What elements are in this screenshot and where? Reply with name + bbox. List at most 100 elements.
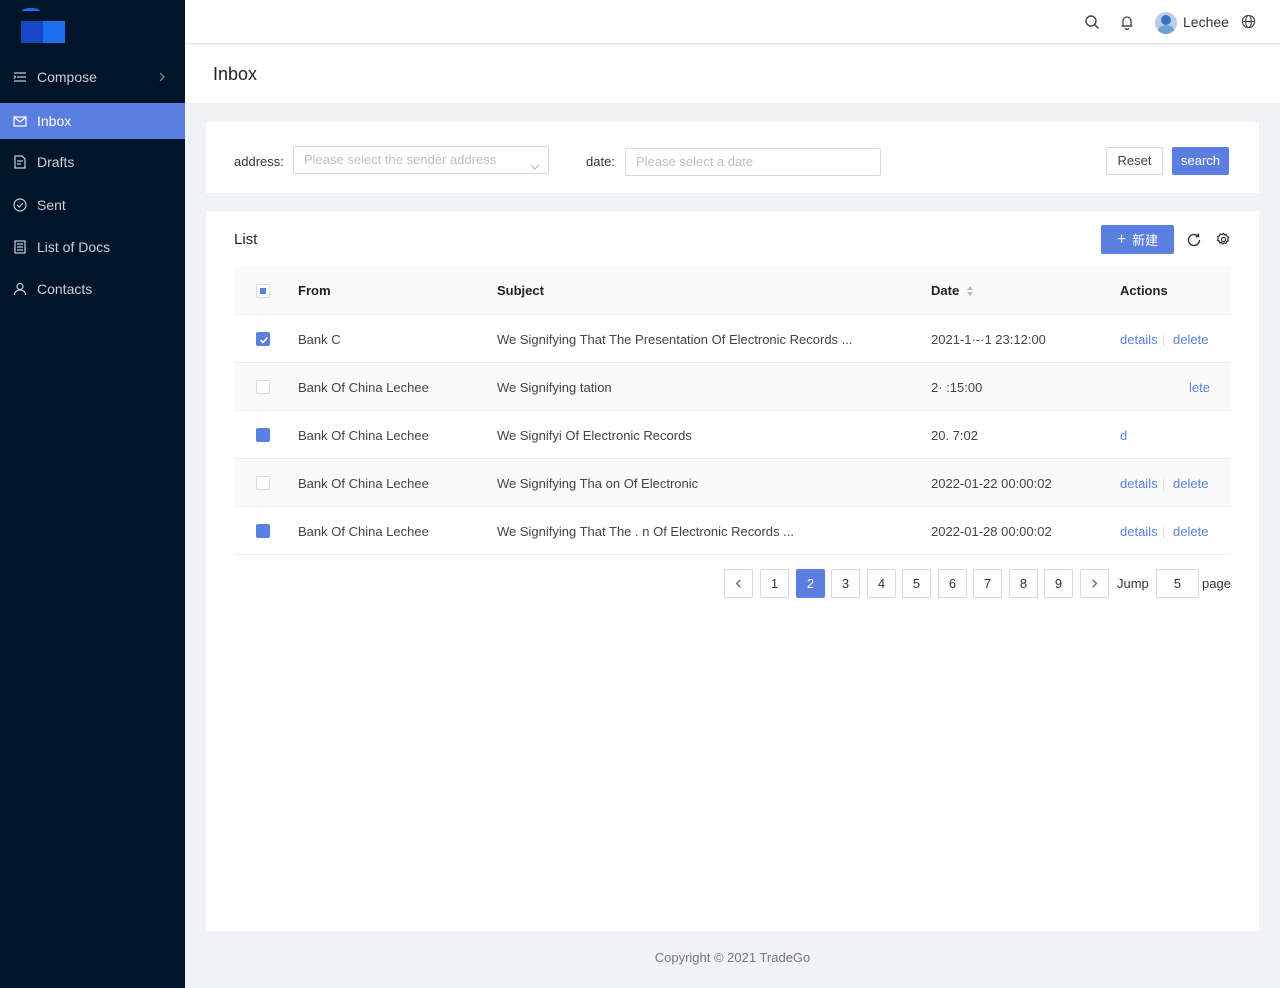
refresh-icon[interactable]: [1186, 232, 1202, 248]
sidebar-item-list-of-docs[interactable]: List of Docs: [0, 229, 185, 265]
sidebar-item-label: Contacts: [37, 281, 93, 297]
column-actions: Actions: [1120, 283, 1168, 298]
details-link[interactable]: details: [1120, 476, 1158, 491]
cell-subject: We Signifying tation: [497, 380, 612, 395]
list-panel: List + 新建 From Subject Date Actions Bank…: [206, 211, 1259, 931]
page-2-button[interactable]: 2: [796, 569, 825, 598]
user-icon: [13, 282, 27, 296]
new-button-label: 新建: [1132, 233, 1159, 248]
column-date[interactable]: Date: [931, 283, 959, 298]
action-divider: [1163, 527, 1164, 539]
sidebar-item-sent[interactable]: Sent: [0, 187, 185, 223]
cell-date: 2021-1·-·1 23:12:00: [931, 332, 1046, 347]
page-6-button[interactable]: 6: [938, 569, 967, 598]
cell-subject: We Signifying That The . n Of Electronic…: [497, 524, 794, 539]
select-all-checkbox[interactable]: [256, 284, 270, 298]
drafts-icon: [13, 155, 27, 169]
table-row[interactable]: Bank Of China Lechee We Signifying That …: [234, 507, 1231, 555]
address-select[interactable]: Please select the sender address: [293, 146, 549, 174]
cell-from: Bank Of China Lechee: [298, 428, 429, 443]
sidebar-item-label: Compose: [37, 69, 97, 85]
page-header: Inbox: [185, 45, 1280, 103]
table-header: From Subject Date Actions: [234, 267, 1231, 315]
reset-button[interactable]: Reset: [1106, 147, 1163, 175]
column-subject: Subject: [497, 283, 544, 298]
cell-from: Bank C: [298, 332, 341, 347]
search-icon[interactable]: [1084, 14, 1100, 30]
next-page-button[interactable]: [1080, 569, 1109, 598]
sidebar-item-label: Inbox: [37, 113, 72, 129]
page-5-button[interactable]: 5: [902, 569, 931, 598]
date-placeholder: Please select a date: [636, 154, 754, 169]
sidebar-item-contacts[interactable]: Contacts: [0, 271, 185, 307]
cell-date: 2022-01-22 00:00:02: [931, 476, 1052, 491]
sidebar-item-label: List of Docs: [37, 239, 111, 255]
search-panel: address: Please select the sender addres…: [206, 122, 1259, 193]
date-picker[interactable]: Please select a date: [625, 148, 881, 176]
search-button[interactable]: search: [1172, 147, 1229, 175]
table-row[interactable]: Bank Of China Lechee We Signifyi Of Elec…: [234, 411, 1231, 459]
check-circle-icon: [13, 198, 27, 212]
chevron-down-icon: [530, 155, 540, 170]
cell-date: 20. 7:02: [931, 428, 978, 443]
jump-page-input[interactable]: 5: [1156, 569, 1199, 598]
compose-icon: [13, 70, 27, 84]
mail-icon: [13, 114, 27, 128]
table-row[interactable]: Bank Of China Lechee We Signifying tatio…: [234, 363, 1231, 411]
username[interactable]: Lechee: [1183, 14, 1229, 30]
top-bar: Lechee: [185, 0, 1280, 44]
footer-copyright: Copyright © 2021 TradeGo: [0, 950, 1280, 965]
sidebar-item-inbox[interactable]: Inbox: [0, 103, 185, 139]
list-title: List: [234, 231, 258, 248]
prev-page-button[interactable]: [724, 569, 753, 598]
details-link[interactable]: details: [1120, 524, 1158, 539]
cell-subject: We Signifyi Of Electronic Records: [497, 428, 692, 443]
app-logo[interactable]: [21, 8, 67, 44]
action-divider: [1163, 479, 1164, 491]
row-checkbox[interactable]: [256, 476, 270, 490]
delete-link[interactable]: delete: [1173, 332, 1208, 347]
page-9-button[interactable]: 9: [1044, 569, 1073, 598]
table-row[interactable]: Bank Of China Lechee We Signifying Tha o…: [234, 459, 1231, 507]
globe-icon[interactable]: [1241, 14, 1257, 30]
page-4-button[interactable]: 4: [867, 569, 896, 598]
cell-subject: We Signifying Tha on Of Electronic: [497, 476, 699, 491]
details-link[interactable]: details: [1120, 332, 1158, 347]
address-placeholder: Please select the sender address: [304, 152, 497, 167]
plus-icon: +: [1116, 230, 1127, 248]
sidebar-item-compose[interactable]: Compose: [0, 59, 185, 95]
settings-icon[interactable]: [1216, 232, 1232, 248]
cell-subject: We Signifying That The Presentation Of E…: [497, 332, 853, 347]
page-8-button[interactable]: 8: [1009, 569, 1038, 598]
jump-label: Jump: [1117, 576, 1149, 591]
page-1-button[interactable]: 1: [760, 569, 789, 598]
sidebar-item-label: Drafts: [37, 154, 75, 170]
page-7-button[interactable]: 7: [973, 569, 1002, 598]
copyright-text: Copyright © 2021 TradeGo: [654, 950, 811, 965]
cell-from: Bank Of China Lechee: [298, 524, 429, 539]
page-label: page: [1202, 576, 1231, 591]
sort-icon[interactable]: [966, 284, 974, 300]
chevron-right-icon: [155, 70, 169, 84]
delete-link[interactable]: delete: [1173, 476, 1208, 491]
table-row[interactable]: Bank C We Signifying That The Presentati…: [234, 315, 1231, 363]
cell-date: 2· :15:00: [931, 380, 983, 395]
page-3-button[interactable]: 3: [831, 569, 860, 598]
row-checkbox[interactable]: [256, 524, 270, 538]
page-title: Inbox: [213, 64, 258, 84]
avatar[interactable]: [1155, 12, 1177, 34]
row-checkbox[interactable]: [256, 428, 270, 442]
bell-icon[interactable]: [1119, 14, 1135, 31]
sidebar-item-drafts[interactable]: Drafts: [0, 144, 185, 180]
cell-from: Bank Of China Lechee: [298, 380, 429, 395]
action-divider: [1163, 335, 1164, 347]
row-checkbox[interactable]: [256, 332, 270, 346]
cell-date: 2022-01-28 00:00:02: [931, 524, 1052, 539]
delete-link[interactable]: delete: [1173, 524, 1208, 539]
sidebar-item-label: Sent: [37, 197, 66, 213]
delete-link[interactable]: lete: [1189, 380, 1210, 395]
details-link[interactable]: d: [1120, 428, 1127, 443]
row-checkbox[interactable]: [256, 380, 270, 394]
new-button[interactable]: + 新建: [1101, 225, 1174, 254]
address-label: address:: [234, 154, 284, 169]
